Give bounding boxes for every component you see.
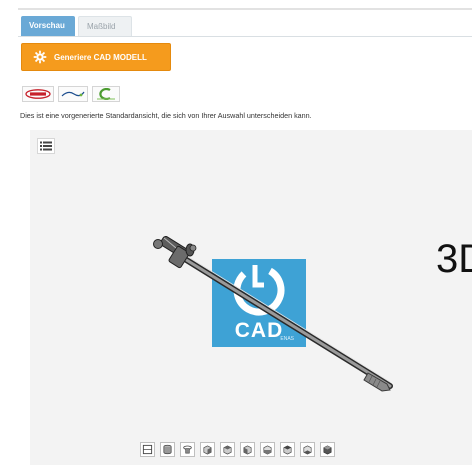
view-box-icon bbox=[142, 444, 153, 455]
view-toolbar bbox=[140, 442, 335, 457]
green-logo-mark bbox=[97, 88, 115, 100]
hellermann-logo bbox=[22, 86, 54, 102]
view-top-icon bbox=[283, 445, 292, 455]
view-left-button[interactable] bbox=[240, 442, 255, 457]
list-icon bbox=[40, 141, 52, 151]
view-back-button[interactable] bbox=[220, 442, 235, 457]
view-bottom-icon bbox=[303, 445, 312, 455]
view-front-button[interactable] bbox=[200, 442, 215, 457]
green-logo bbox=[92, 86, 120, 102]
view-cylinder-button[interactable] bbox=[160, 442, 175, 457]
tab-divider bbox=[18, 36, 472, 37]
view-box-button[interactable] bbox=[140, 442, 155, 457]
cable-tie-model[interactable] bbox=[150, 236, 395, 401]
generate-cad-button[interactable]: Generiere CAD MODELL bbox=[21, 43, 171, 71]
viewer-menu-button[interactable] bbox=[37, 138, 55, 154]
overlay-label: 3D bbox=[436, 237, 472, 281]
gear-icon bbox=[33, 50, 47, 64]
view-bottom-button[interactable] bbox=[300, 442, 315, 457]
generate-cad-label: Generiere CAD MODELL bbox=[54, 52, 147, 62]
view-back-icon bbox=[223, 445, 232, 455]
view-right-button[interactable] bbox=[260, 442, 275, 457]
tab-massbild[interactable]: Maßbild bbox=[78, 16, 132, 36]
view-rotate-icon bbox=[183, 445, 192, 454]
view-right-icon bbox=[263, 445, 272, 455]
active-logo bbox=[58, 86, 88, 102]
view-top-button[interactable] bbox=[280, 442, 295, 457]
view-iso-button[interactable] bbox=[320, 442, 335, 457]
view-front-icon bbox=[203, 445, 212, 455]
page: Vorschau Maßbild Generiere CAD MODELL Di… bbox=[0, 0, 472, 469]
brand-logos bbox=[22, 86, 120, 102]
hellermann-logo-mark bbox=[25, 89, 51, 99]
tab-bar: Vorschau Maßbild bbox=[21, 16, 132, 36]
view-cylinder-icon bbox=[163, 444, 172, 455]
top-divider bbox=[18, 8, 472, 10]
default-view-notice: Dies ist eine vorgenerierte Standardansi… bbox=[20, 111, 312, 120]
tab-vorschau[interactable]: Vorschau bbox=[21, 16, 75, 36]
view-left-icon bbox=[243, 445, 252, 455]
active-logo-mark bbox=[61, 91, 85, 97]
view-rotate-button[interactable] bbox=[180, 442, 195, 457]
view-iso-icon bbox=[323, 445, 332, 455]
